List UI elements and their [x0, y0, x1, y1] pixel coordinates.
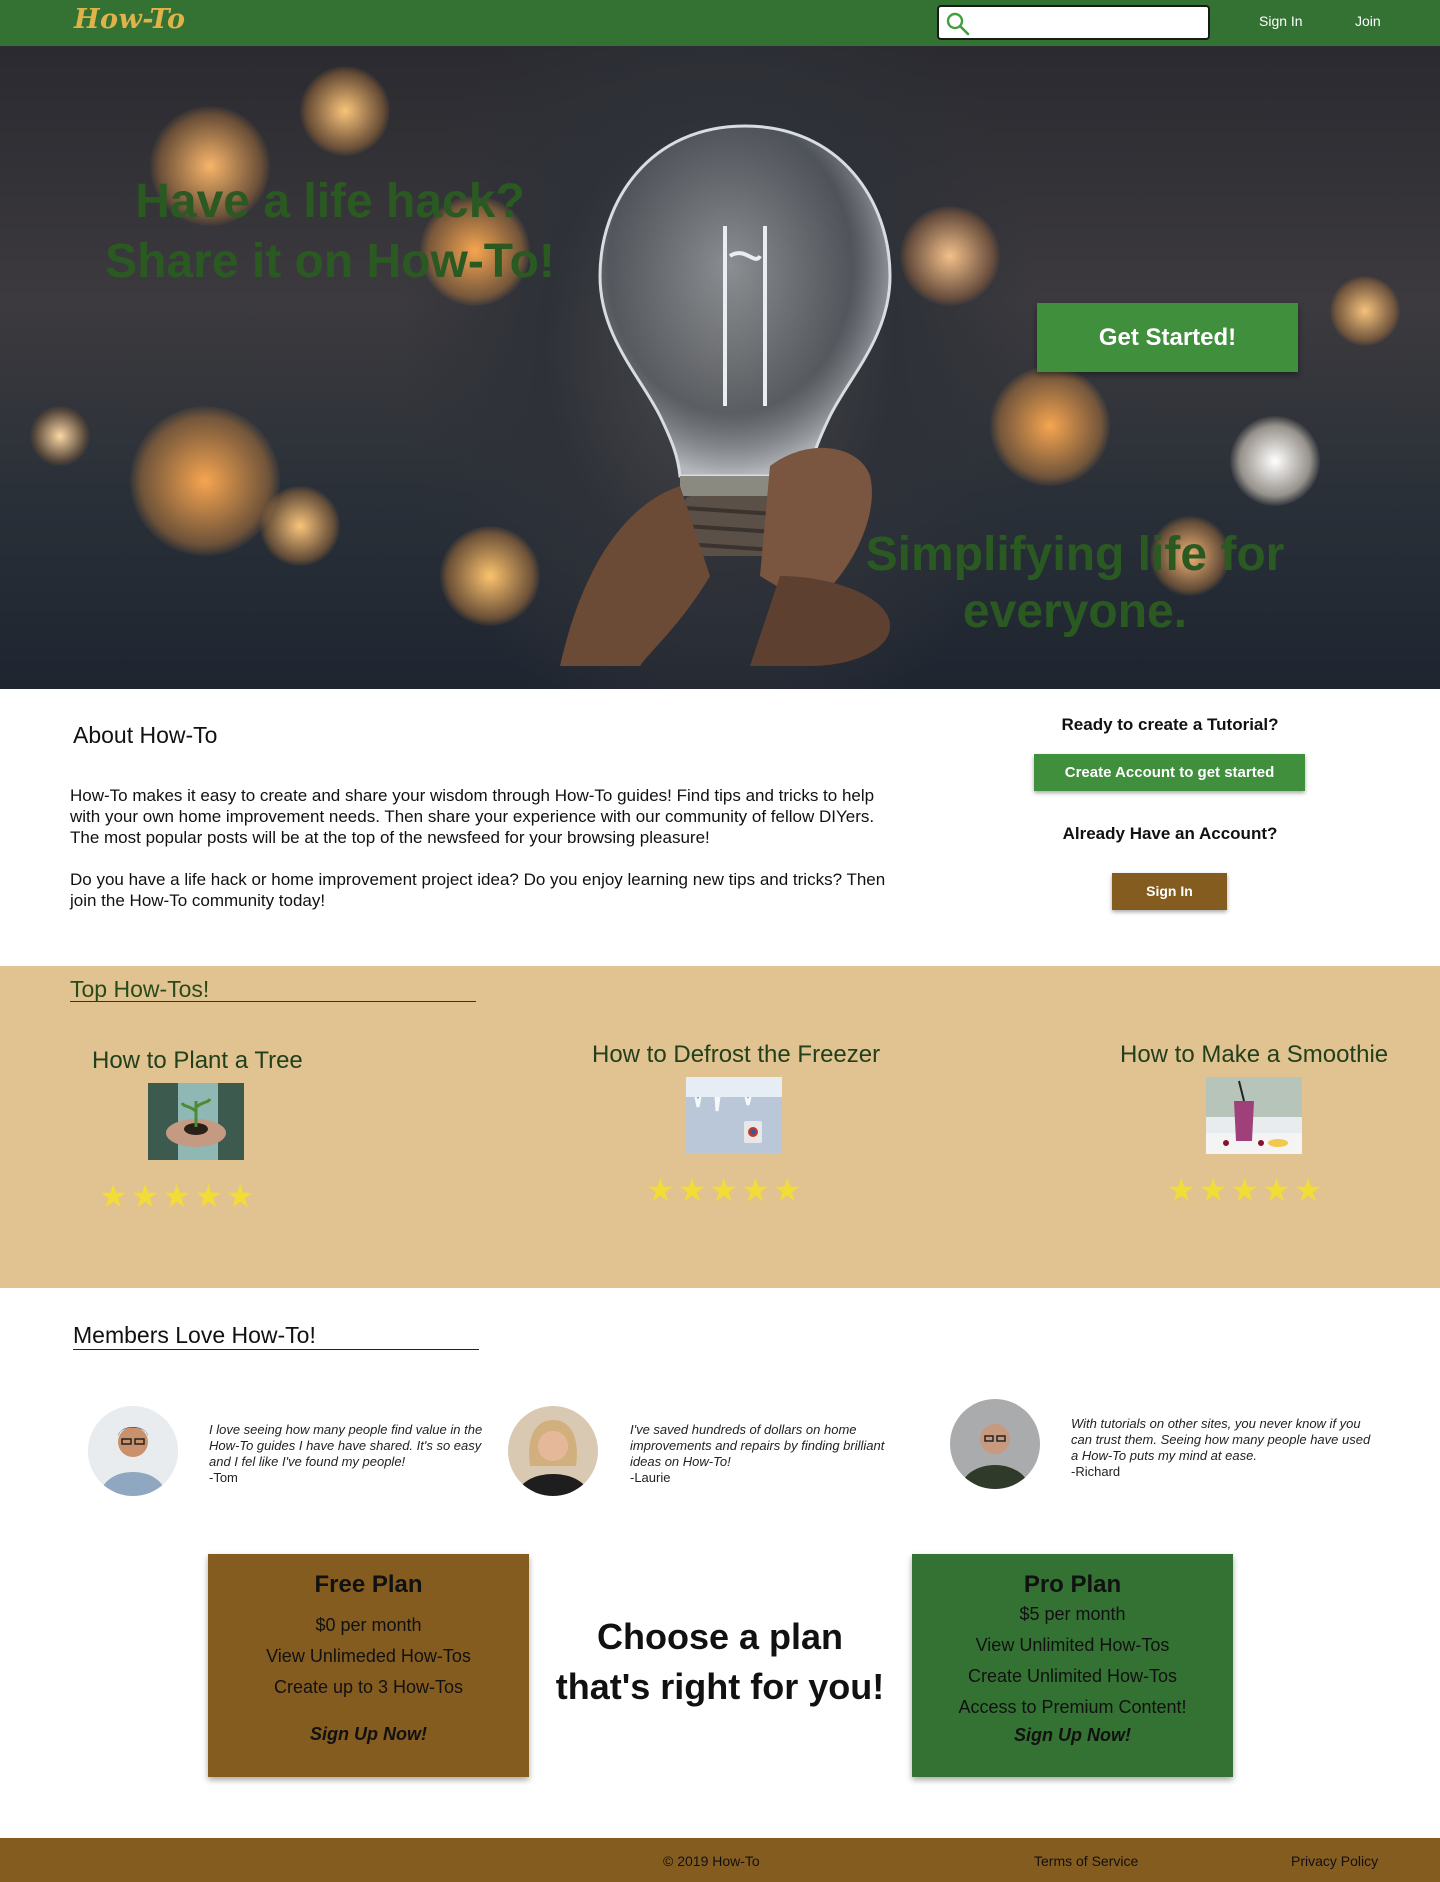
terms-link[interactable]: Terms of Service	[1034, 1853, 1138, 1869]
testimonial: With tutorials on other sites, you never…	[1071, 1416, 1381, 1480]
rating-stars: ★★★★★	[646, 1172, 805, 1208]
nav-join-link[interactable]: Join	[1355, 13, 1381, 29]
hero-tagline: Simplifying life for everyone.	[865, 528, 1285, 638]
avatar	[950, 1399, 1040, 1489]
plan-price: $5 per month	[1019, 1604, 1126, 1624]
testimonial-author: -Laurie	[630, 1470, 671, 1485]
testimonial-author: -Richard	[1071, 1464, 1121, 1479]
avatar	[88, 1406, 178, 1496]
members-title: Members Love How-To!	[73, 1322, 316, 1348]
nav-signin-link[interactable]: Sign In	[1259, 13, 1303, 29]
hero-title: Have a life hack? Share it on How-To!	[105, 175, 555, 288]
free-signup-link[interactable]: Sign Up Now!	[208, 1724, 529, 1745]
about-paragraph-2: Do you have a life hack or home improvem…	[70, 870, 886, 910]
about-title: About How-To	[73, 722, 218, 748]
search-icon	[946, 12, 970, 36]
plan-feature: View Unlimeded How-Tos	[266, 1646, 471, 1666]
plan-title: Pro Plan	[1023, 1571, 1122, 1598]
howto-card-image[interactable]	[148, 1083, 244, 1160]
howto-card-title[interactable]: How to Plant a Tree	[92, 1047, 303, 1075]
avatar	[508, 1406, 598, 1496]
already-account-heading: Already Have an Account?	[1062, 824, 1278, 843]
about-text: How-To makes it easy to create and share…	[70, 785, 900, 932]
testimonial: I love seeing how many people find value…	[209, 1422, 484, 1486]
privacy-link[interactable]: Privacy Policy	[1291, 1853, 1378, 1869]
divider	[73, 1349, 479, 1350]
top-nav: How-To Sign In Join	[0, 0, 1440, 46]
rating-stars: ★★★★★	[99, 1178, 258, 1214]
howto-card-title[interactable]: How to Defrost the Freezer	[592, 1041, 880, 1069]
choose-plan-heading: Choose a plan that's right for you!	[555, 1616, 885, 1707]
logo[interactable]: How-To	[74, 4, 186, 35]
howto-card-title[interactable]: How to Make a Smoothie	[1120, 1041, 1388, 1069]
rating-stars: ★★★★★	[1167, 1172, 1326, 1208]
get-started-button[interactable]: Get Started!	[1037, 303, 1298, 372]
plan-feature: Create up to 3 How-Tos	[273, 1677, 464, 1697]
howto-card-image[interactable]	[1206, 1077, 1302, 1154]
plan-title: Free Plan	[314, 1571, 423, 1598]
testimonial: I've saved hundreds of dollars on home i…	[630, 1422, 905, 1486]
hero-banner: Have a life hack? Share it on How-To! Ge…	[0, 46, 1440, 689]
howto-card-image[interactable]	[686, 1077, 782, 1154]
testimonial-author: -Tom	[209, 1470, 238, 1485]
about-paragraph-1: How-To makes it easy to create and share…	[70, 786, 875, 847]
ready-heading: Ready to create a Tutorial?	[1061, 715, 1279, 734]
search-input[interactable]	[937, 5, 1210, 40]
plan-price: $0 per month	[315, 1615, 422, 1635]
footer: © 2019 How-To Terms of Service Privacy P…	[0, 1838, 1440, 1882]
create-account-button[interactable]: Create Account to get started	[1034, 754, 1305, 791]
divider	[70, 1001, 476, 1002]
pro-plan-card[interactable]: Pro Plan $5 per month View Unlimited How…	[912, 1554, 1233, 1777]
testimonial-quote: I love seeing how many people find value…	[209, 1422, 483, 1469]
signin-button[interactable]: Sign In	[1112, 873, 1227, 910]
testimonial-quote: I've saved hundreds of dollars on home i…	[630, 1422, 885, 1469]
plan-feature: Access to Premium Content!	[958, 1697, 1187, 1717]
plan-feature: Create Unlimited How-Tos	[967, 1666, 1178, 1686]
copyright: © 2019 How-To	[663, 1853, 760, 1869]
free-plan-card[interactable]: Free Plan $0 per month View Unlimeded Ho…	[208, 1554, 529, 1777]
testimonial-quote: With tutorials on other sites, you never…	[1071, 1416, 1371, 1463]
plan-feature: View Unlimited How-Tos	[975, 1635, 1170, 1655]
top-howtos-title: Top How-Tos!	[70, 976, 210, 1002]
pro-signup-link[interactable]: Sign Up Now!	[912, 1725, 1233, 1746]
